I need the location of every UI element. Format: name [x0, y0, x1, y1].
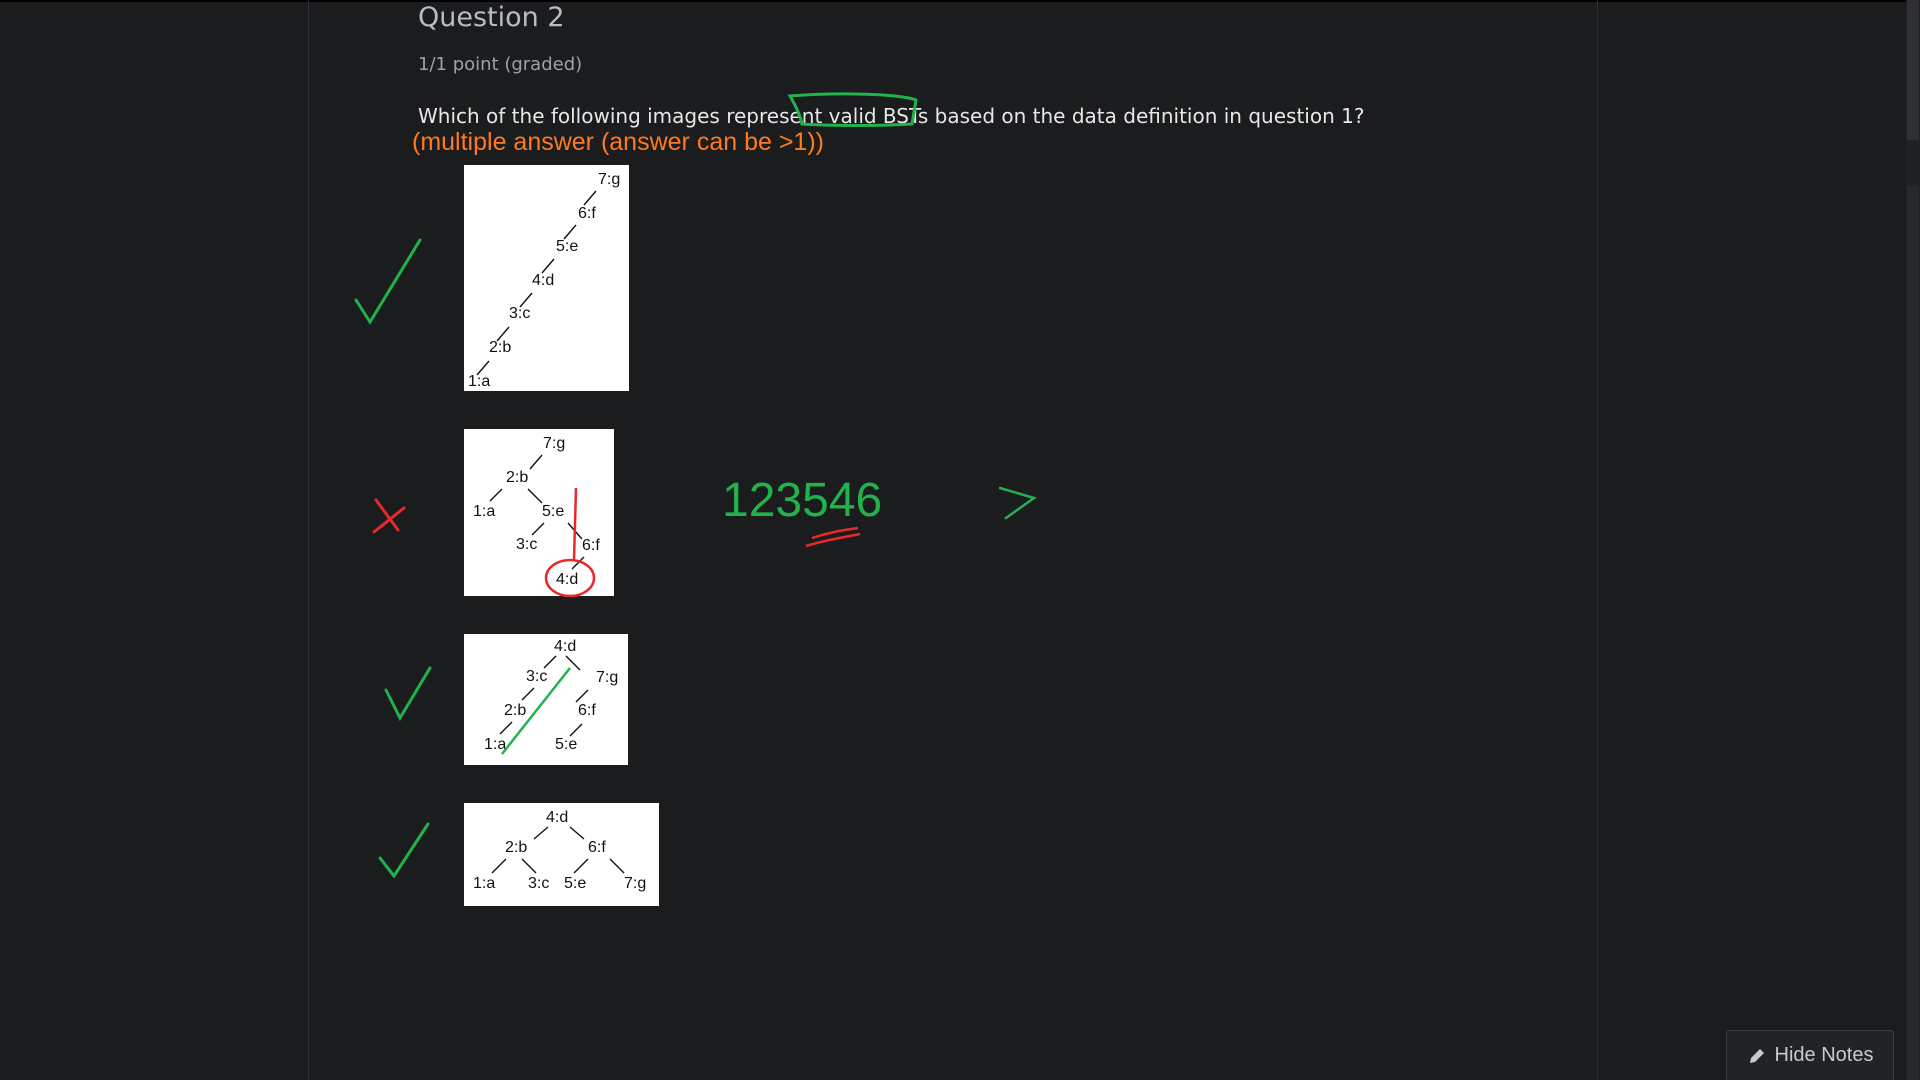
tree-node: 3:c	[509, 305, 530, 322]
tree-edge	[499, 721, 513, 735]
tree-edge	[571, 556, 585, 570]
tree-edge	[529, 454, 543, 470]
tree-edge	[569, 723, 583, 737]
arrow-mark-icon	[998, 486, 1037, 520]
tree-node: 4:d	[556, 571, 578, 588]
tree-node: 2:b	[489, 339, 511, 356]
question-points: 1/1 point (graded)	[418, 54, 583, 75]
top-border	[0, 0, 1920, 2]
sequence-annotation: 123546	[722, 474, 882, 527]
tree-node: 4:d	[554, 638, 576, 655]
tree-node: 3:c	[528, 875, 549, 892]
tree-node: 5:e	[564, 875, 586, 892]
tree-edge	[491, 858, 507, 874]
question-title: Question 2	[418, 2, 565, 33]
bst-diagram-2: 7:g 2:b 1:a 5:e 3:c 6:f 4:d	[473, 435, 600, 588]
tree-node: 1:a	[484, 736, 506, 753]
cross-mark-icon	[372, 498, 406, 534]
tree-edge	[521, 687, 535, 701]
content-left-border	[308, 0, 309, 1080]
tree-node: 7:g	[624, 875, 646, 892]
tree-edge	[543, 655, 557, 669]
check-mark-icon	[378, 822, 430, 879]
tree-node: 5:e	[555, 736, 577, 753]
tree-node: 4:d	[532, 272, 554, 289]
scrollbar-thumb[interactable]	[1907, 0, 1919, 140]
tree-edge	[573, 858, 589, 874]
tree-edge	[531, 522, 545, 536]
ink-annotations: 123546	[354, 92, 1037, 879]
tree-edge	[541, 258, 555, 274]
option-image-2[interactable]: 7:g 2:b 1:a 5:e 3:c 6:f 4:d	[464, 429, 614, 596]
bst-diagram-1: 7:g 6:f 5:e 4:d 3:c 2:b 1:a	[468, 171, 620, 390]
tree-edge	[533, 826, 549, 840]
content-right-border	[1597, 0, 1598, 1080]
tree-edge	[567, 522, 583, 540]
check-mark-icon	[354, 238, 422, 325]
option-image-4[interactable]: 4:d 2:b 6:f 1:a 3:c 5:e 7:g	[464, 803, 659, 906]
tree-node: 7:g	[598, 171, 620, 188]
bst-diagram-3: 4:d 3:c 7:g 2:b 6:f 1:a 5:e	[484, 638, 618, 753]
scrollbar-lower-region	[1907, 186, 1919, 1080]
option-image-3[interactable]: 4:d 3:c 7:g 2:b 6:f 1:a 5:e	[464, 634, 628, 765]
tree-node: 5:e	[556, 238, 578, 255]
tree-edge	[489, 488, 503, 502]
pencil-icon	[1749, 1048, 1764, 1063]
tree-node: 2:b	[505, 839, 527, 856]
tree-edge	[527, 488, 543, 504]
check-mark-icon	[384, 666, 432, 722]
tree-node: 1:a	[468, 373, 490, 390]
tree-edge	[569, 826, 585, 840]
tree-node: 1:a	[473, 503, 495, 520]
tree-node: 5:e	[542, 503, 564, 520]
tree-node: 2:b	[506, 469, 528, 486]
tree-edge	[565, 655, 581, 671]
tree-edge	[521, 858, 537, 874]
tree-node: 3:c	[526, 668, 547, 685]
tree-node: 7:g	[596, 669, 618, 686]
tree-node: 6:f	[582, 537, 600, 554]
question-prompt: Which of the following images represent …	[418, 104, 1365, 128]
tree-node: 4:d	[546, 809, 568, 826]
tree-node: 6:f	[578, 702, 596, 719]
tree-edge	[583, 190, 597, 206]
screen: Question 2 1/1 point (graded) Which of t…	[0, 0, 1920, 1080]
option-image-1[interactable]: 7:g 6:f 5:e 4:d 3:c 2:b 1:a	[464, 165, 629, 391]
tree-node: 2:b	[504, 702, 526, 719]
hide-notes-button[interactable]: Hide Notes	[1726, 1030, 1894, 1080]
tree-node: 6:f	[588, 839, 606, 856]
bst-diagram-4: 4:d 2:b 6:f 1:a 3:c 5:e 7:g	[473, 809, 646, 892]
tree-node: 7:g	[543, 435, 565, 452]
tree-node: 3:c	[516, 536, 537, 553]
red-underline	[805, 526, 861, 548]
tree-node: 1:a	[473, 875, 495, 892]
handwritten-note: (multiple answer (answer can be >1))	[412, 128, 824, 156]
tree-edge	[563, 224, 577, 240]
tree-edge	[575, 689, 589, 703]
hide-notes-label: Hide Notes	[1774, 1044, 1874, 1066]
tree-edge	[609, 858, 625, 874]
tree-node: 6:f	[578, 205, 596, 222]
